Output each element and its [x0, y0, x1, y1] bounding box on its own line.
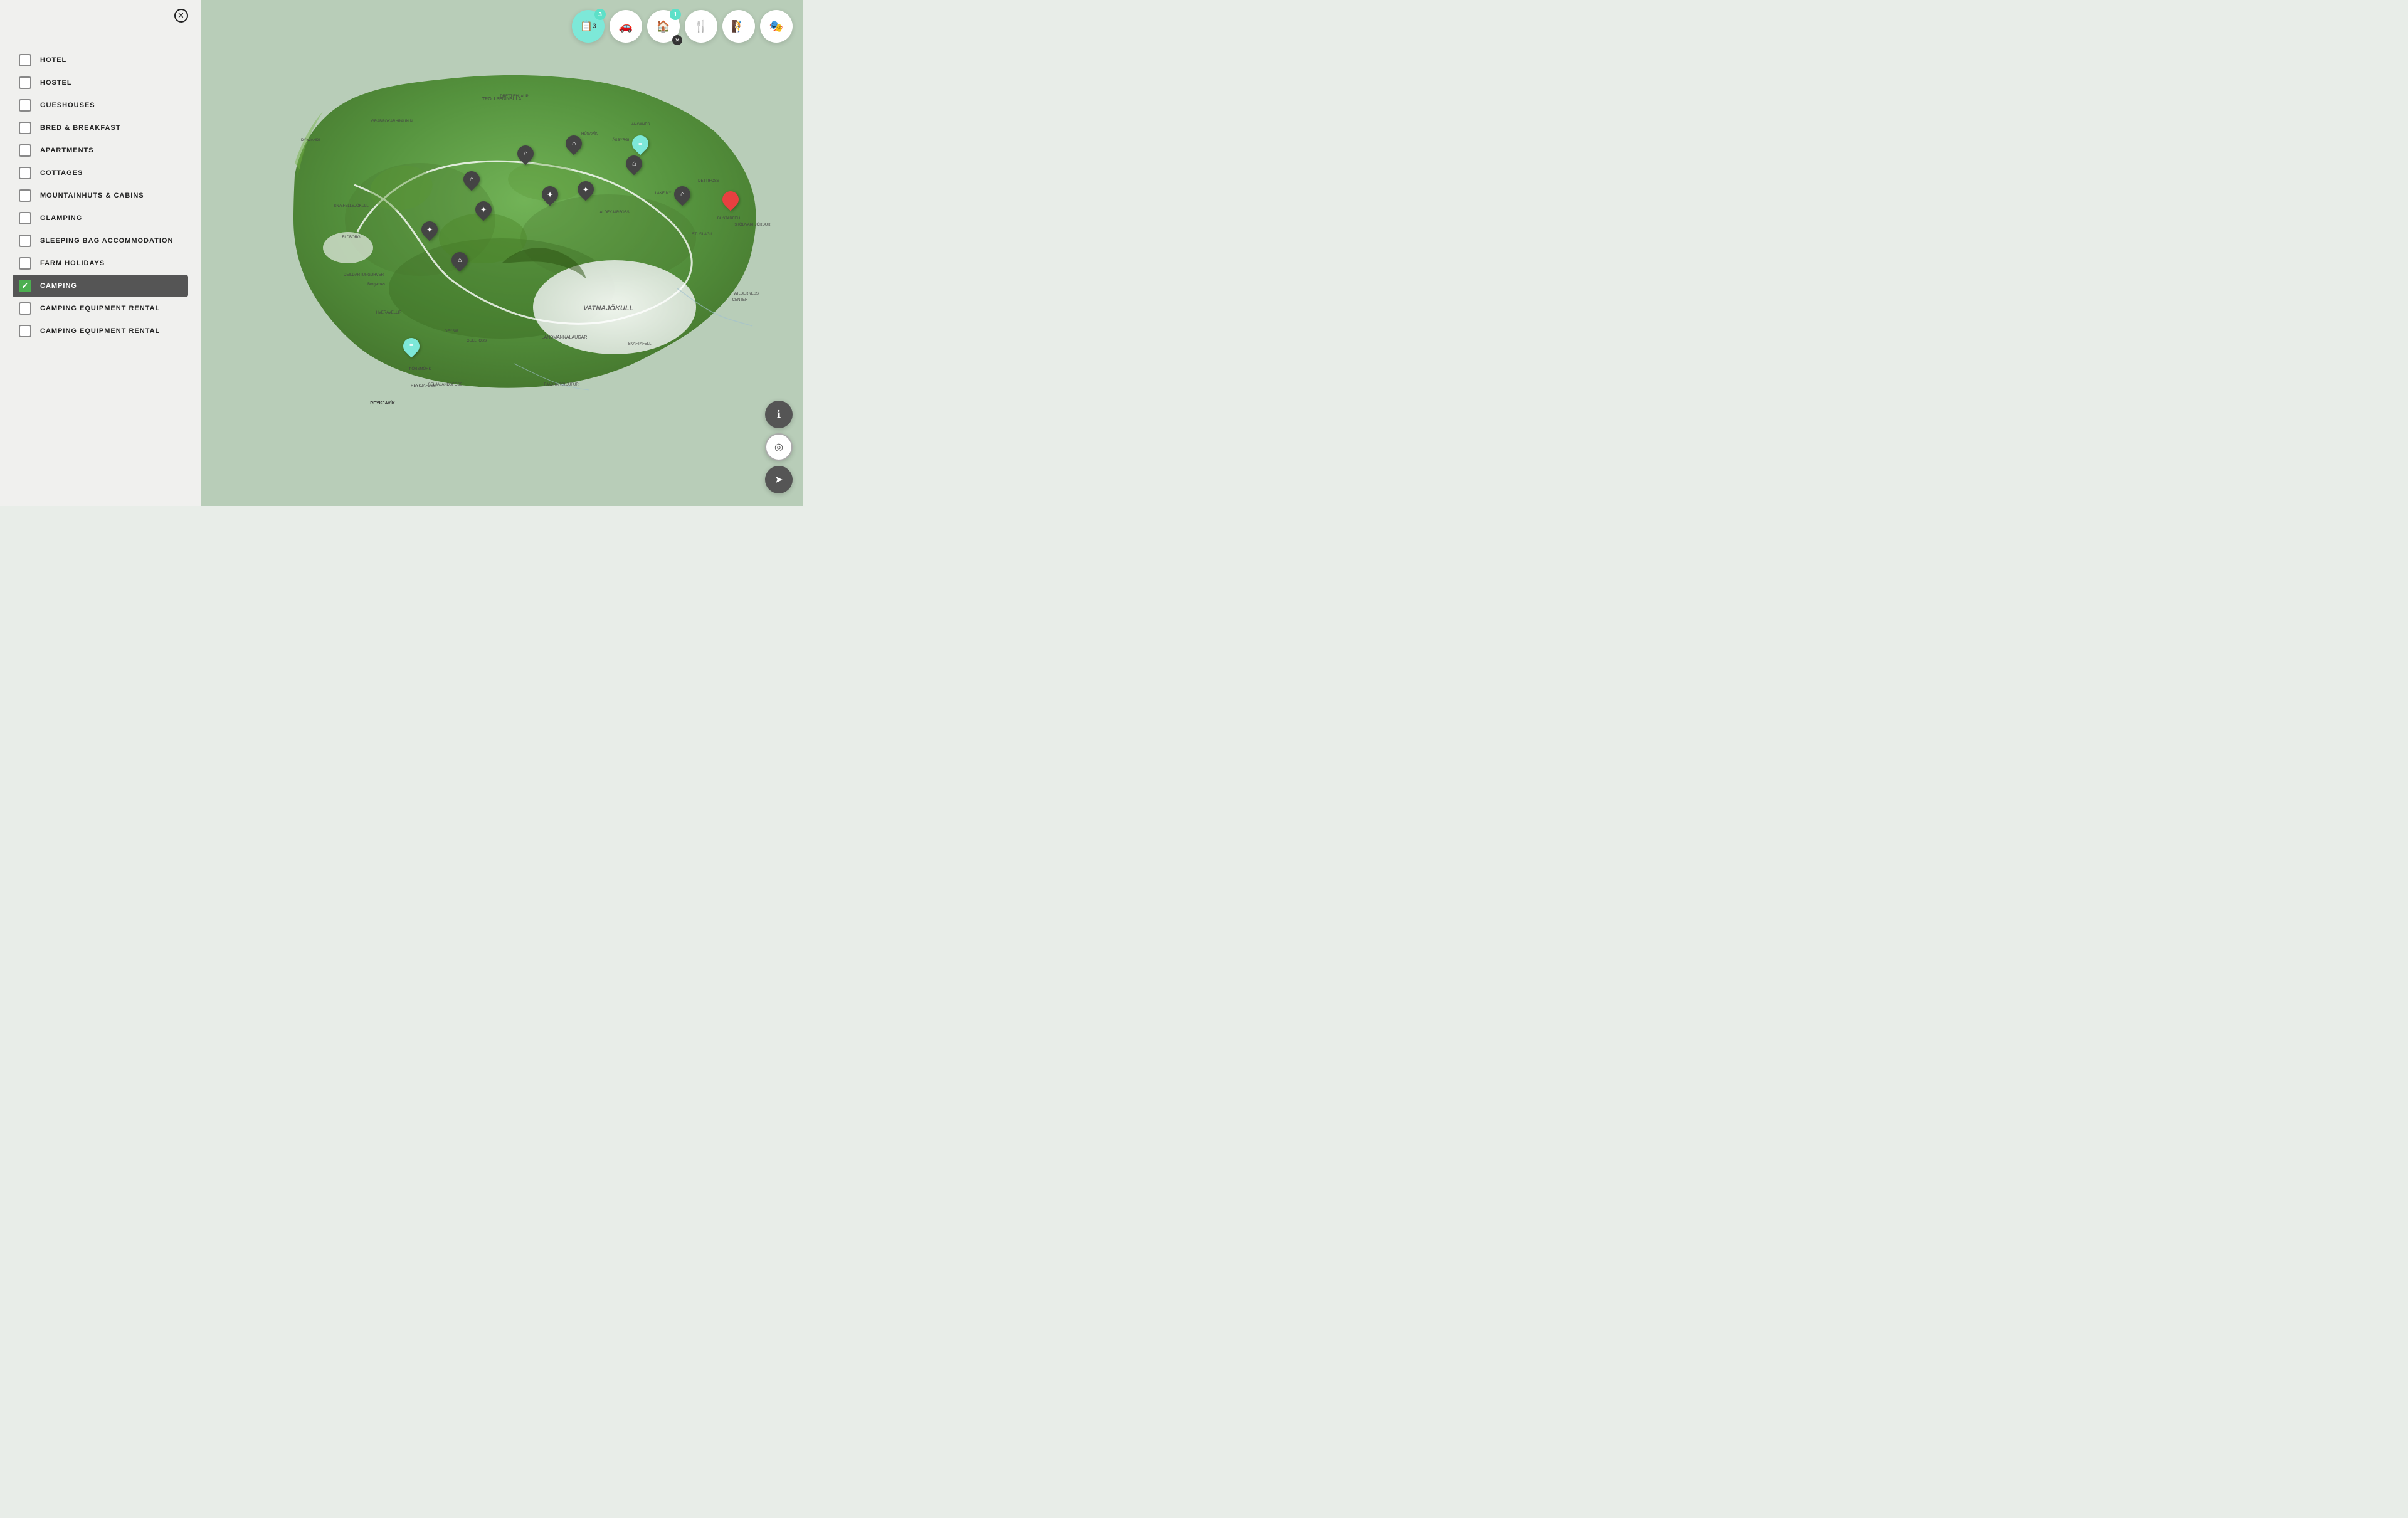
svg-text:VATNAJÖKULL: VATNAJÖKULL: [583, 304, 634, 312]
svg-text:ALDEYJARFOSS: ALDEYJARFOSS: [599, 211, 629, 214]
toolbar-btn-house[interactable]: 🏠1 ✕: [647, 10, 680, 43]
filter-label-campingrental1: CAMPING EQUIPMENT RENTAL: [40, 305, 160, 312]
svg-text:HVERAVELLIR: HVERAVELLIR: [376, 311, 403, 315]
badge-house: 1: [670, 9, 681, 20]
svg-text:ELDBORG: ELDBORG: [342, 236, 361, 240]
checkbox-glamping: [19, 212, 31, 224]
svg-text:STÖÐVARFJÖRÐUR: STÖÐVARFJÖRÐUR: [734, 223, 771, 227]
filter-label-guesthouse: GUESHOUSES: [40, 102, 95, 109]
filter-item-camping[interactable]: CAMPING: [13, 275, 188, 297]
close-icon: ✕: [174, 9, 188, 23]
sidebar: ✕ HOTEL HOSTEL GUESHOUSES BRED & BREAKFA…: [0, 0, 201, 506]
toolbar-btn-hike[interactable]: 🧗: [722, 10, 755, 43]
checkbox-sleepingbag: [19, 235, 31, 247]
navigate-button[interactable]: ➤: [765, 466, 793, 493]
docs-icon: 📋: [580, 20, 593, 33]
filter-label-cottages: COTTAGES: [40, 169, 83, 177]
info-button[interactable]: ℹ: [765, 401, 793, 428]
map-area: VATNAJÖKULL TROLLPENINSULA LANGANES DETT…: [201, 0, 803, 506]
filter-label-glamping: GLAMPING: [40, 214, 82, 222]
house-icon: 🏠: [657, 20, 670, 33]
docs-count: 3: [593, 23, 596, 30]
svg-text:ÞÓRSMÖRK: ÞÓRSMÖRK: [409, 367, 431, 371]
filter-item-bnb[interactable]: BRED & BREAKFAST: [13, 117, 188, 139]
mask-icon: 🎭: [769, 20, 783, 33]
car-icon: 🚗: [619, 20, 633, 33]
filter-item-hostel[interactable]: HOSTEL: [13, 71, 188, 94]
checkbox-apartments: [19, 144, 31, 157]
checkbox-hostel: [19, 76, 31, 89]
filter-item-farmholidays[interactable]: FARM HOLIDAYS: [13, 252, 188, 275]
svg-text:BÚSTARFELL: BÚSTARFELL: [717, 216, 742, 221]
hike-icon: 🧗: [732, 20, 746, 33]
food-icon: 🍴: [694, 20, 708, 33]
map-background: VATNAJÖKULL TROLLPENINSULA LANGANES DETT…: [201, 0, 803, 506]
filter-label-apartments: APARTMENTS: [40, 147, 94, 154]
toolbar-btn-car[interactable]: 🚗: [610, 10, 642, 43]
svg-text:STUÐLAGIL: STUÐLAGIL: [692, 233, 713, 236]
checkbox-farmholidays: [19, 257, 31, 270]
badge-close-house: ✕: [672, 35, 682, 45]
svg-text:DETTIFOSS: DETTIFOSS: [698, 179, 719, 183]
filter-item-sleepingbag[interactable]: SLEEPING BAG ACCOMMODATION: [13, 229, 188, 252]
svg-text:GEYSIR: GEYSIR: [445, 330, 459, 334]
svg-text:DEILDARTUNGUHVER: DEILDARTUNGUHVER: [344, 273, 384, 277]
filter-label-hotel: HOTEL: [40, 56, 66, 64]
filter-item-cottages[interactable]: COTTAGES: [13, 162, 188, 184]
checkbox-campingrental2: [19, 325, 31, 337]
svg-text:ÁSBYRGI: ÁSBYRGI: [613, 138, 630, 142]
filter-item-glamping[interactable]: GLAMPING: [13, 207, 188, 229]
checkbox-guesthouse: [19, 99, 31, 112]
filter-label-sleepingbag: SLEEPING BAG ACCOMMODATION: [40, 237, 173, 245]
svg-text:DRETTIFHLAUP: DRETTIFHLAUP: [500, 95, 528, 98]
filter-label-mountainhuts: MOUNTAINHUTS & CABINS: [40, 192, 144, 199]
svg-text:DYNJANDI: DYNJANDI: [301, 139, 320, 142]
toolbar-btn-mask[interactable]: 🎭: [760, 10, 793, 43]
checkbox-camping: [19, 280, 31, 292]
checkbox-mountainhuts: [19, 189, 31, 202]
svg-text:LAKE MÝ...: LAKE MÝ...: [655, 191, 674, 196]
svg-text:Borgarnes: Borgarnes: [367, 283, 385, 287]
filter-label-campingrental2: CAMPING EQUIPMENT RENTAL: [40, 327, 160, 335]
filter-label-hostel: HOSTEL: [40, 79, 72, 87]
badge-docs: 3: [594, 9, 606, 20]
map-bottom-buttons: ℹ ◎ ➤: [765, 401, 793, 493]
svg-text:GRÁBRÓKARHRAUNIN: GRÁBRÓKARHRAUNIN: [371, 119, 413, 124]
filter-list: HOTEL HOSTEL GUESHOUSES BRED & BREAKFAST…: [0, 49, 201, 342]
info-icon: ℹ: [777, 408, 781, 421]
section-title: [0, 35, 201, 49]
svg-text:REYKJAFOSS: REYKJAFOSS: [411, 384, 436, 388]
filter-item-campingrental2[interactable]: CAMPING EQUIPMENT RENTAL: [13, 320, 188, 342]
checkbox-bnb: [19, 122, 31, 134]
svg-text:SNÆFELLSJÖKULL: SNÆFELLSJÖKULL: [334, 204, 369, 208]
filter-item-mountainhuts[interactable]: MOUNTAINHUTS & CABINS: [13, 184, 188, 207]
filter-item-guesthouse[interactable]: GUESHOUSES: [13, 94, 188, 117]
map-toolbar: 📋 3 3 🚗 🏠1 ✕ 🍴 🧗 🎭: [572, 10, 793, 43]
checkbox-cottages: [19, 167, 31, 179]
toolbar-btn-docs[interactable]: 📋 3 3: [572, 10, 605, 43]
filter-item-campingrental1[interactable]: CAMPING EQUIPMENT RENTAL: [13, 297, 188, 320]
filter-item-hotel[interactable]: HOTEL: [13, 49, 188, 71]
svg-text:HÚSAVÍK: HÚSAVÍK: [581, 132, 598, 136]
svg-text:LANDMANNALAUGAR: LANDMANNALAUGAR: [542, 335, 588, 340]
filter-label-camping: CAMPING: [40, 282, 77, 290]
checkbox-campingrental1: [19, 302, 31, 315]
close-button[interactable]: ✕: [169, 9, 188, 23]
svg-text:LANGANES: LANGANES: [630, 123, 650, 127]
filter-label-farmholidays: FARM HOLIDAYS: [40, 260, 105, 267]
location-icon: ◎: [774, 441, 783, 453]
toolbar-btn-food[interactable]: 🍴: [685, 10, 717, 43]
filter-label-bnb: BRED & BREAKFAST: [40, 124, 120, 132]
svg-text:CENTER: CENTER: [732, 298, 748, 302]
svg-text:SKAFTAFELL: SKAFTAFELL: [628, 342, 652, 346]
filter-item-apartments[interactable]: APARTMENTS: [13, 139, 188, 162]
svg-text:GULLFOSS: GULLFOSS: [467, 339, 487, 343]
location-button[interactable]: ◎: [765, 433, 793, 461]
svg-text:REYKJAVÍK: REYKJAVÍK: [370, 400, 395, 406]
navigate-icon: ➤: [774, 473, 783, 486]
checkbox-hotel: [19, 54, 31, 66]
svg-text:WILDERNESS: WILDERNESS: [734, 292, 759, 296]
filter-title: [0, 29, 201, 35]
close-bar: ✕: [0, 0, 201, 29]
